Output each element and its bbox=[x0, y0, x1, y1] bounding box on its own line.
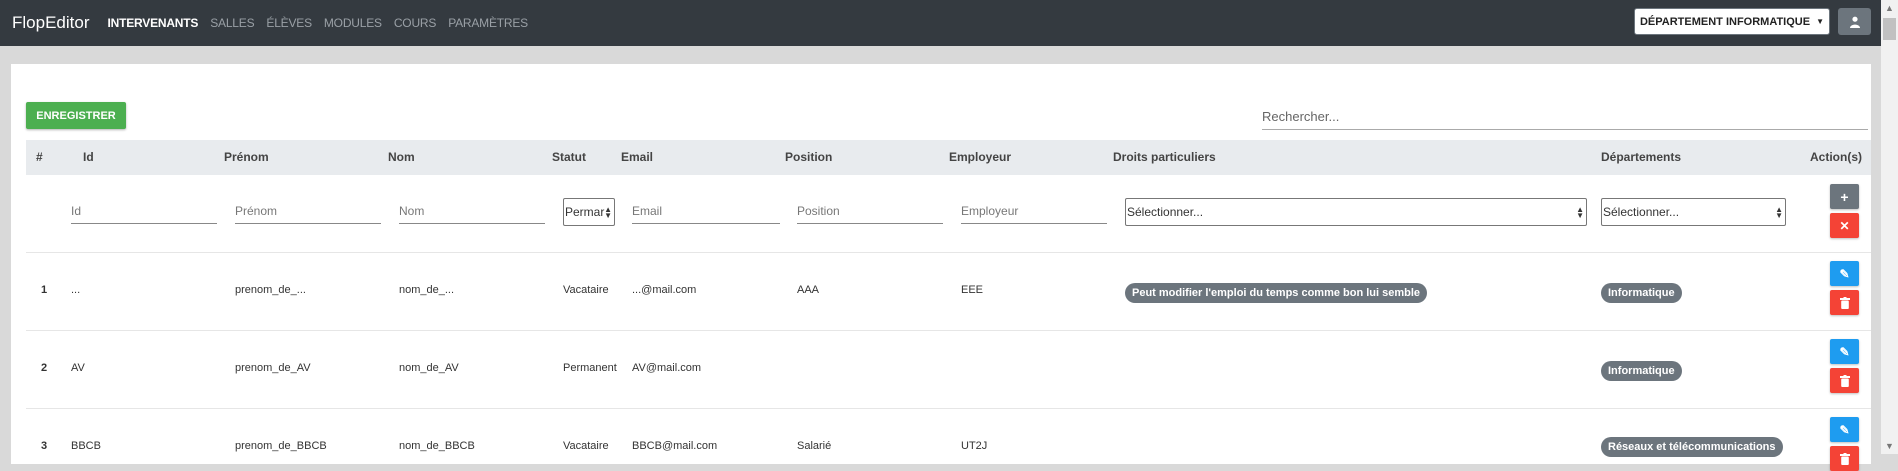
nav-eleves[interactable]: ÉLÈVES bbox=[266, 16, 312, 30]
row-employeur: EEE bbox=[961, 284, 984, 296]
filter-position-input[interactable] bbox=[797, 198, 943, 224]
col-position[interactable]: Position bbox=[785, 140, 832, 175]
plus-icon: + bbox=[1840, 188, 1849, 205]
col-departements[interactable]: Départements bbox=[1601, 140, 1681, 175]
col-num[interactable]: # bbox=[36, 140, 43, 175]
pencil-icon: ✎ bbox=[1839, 266, 1850, 281]
row-divider bbox=[26, 252, 1871, 253]
table-header: # Id Prénom Nom Statut Email Position Em… bbox=[26, 140, 1871, 175]
scroll-down-icon[interactable]: ▼ bbox=[1885, 441, 1894, 451]
row-number: 3 bbox=[41, 440, 48, 452]
save-button[interactable]: ENREGISTRER bbox=[26, 102, 126, 129]
row-employeur: UT2J bbox=[961, 440, 988, 452]
departement-badge: Informatique bbox=[1601, 283, 1682, 303]
row-nom: nom_de_BBCB bbox=[399, 440, 475, 452]
pencil-icon: ✎ bbox=[1839, 344, 1850, 359]
main-card: ENREGISTRER # Id Prénom Nom Statut Email… bbox=[11, 64, 1871, 471]
filter-droits-select[interactable]: Sélectionner... ▲ ▼ bbox=[1125, 198, 1587, 226]
departement-badge: Réseaux et télécommunications bbox=[1601, 437, 1783, 457]
trash-icon bbox=[1839, 452, 1850, 465]
clear-filter-button[interactable]: ✕ bbox=[1830, 213, 1859, 238]
select-arrows-icon: ▲ ▼ bbox=[1576, 205, 1584, 220]
trash-icon bbox=[1839, 374, 1850, 387]
nav-parametres[interactable]: PARAMÈTRES bbox=[448, 16, 528, 30]
delete-button[interactable] bbox=[1830, 368, 1859, 393]
col-droits[interactable]: Droits particuliers bbox=[1113, 140, 1216, 175]
row-number: 2 bbox=[41, 362, 48, 374]
select-arrows-icon: ▲ ▼ bbox=[1775, 205, 1783, 220]
row-id: BBCB bbox=[71, 440, 101, 452]
row-id: AV bbox=[71, 362, 85, 374]
filter-departements-value: Sélectionner... bbox=[1603, 205, 1680, 219]
nav-modules[interactable]: MODULES bbox=[324, 16, 382, 30]
row-prenom: prenom_de_AV bbox=[235, 362, 311, 374]
page-scrollbar[interactable]: ▲ ▼ bbox=[1881, 0, 1898, 454]
row-statut: Vacataire bbox=[563, 284, 609, 296]
search-input[interactable] bbox=[1262, 104, 1868, 130]
row-divider bbox=[26, 330, 1871, 331]
row-email: ...@mail.com bbox=[632, 284, 697, 296]
scroll-up-icon[interactable]: ▲ bbox=[1885, 3, 1894, 13]
col-actions[interactable]: Action(s) bbox=[1810, 140, 1862, 175]
filter-statut-value: Permar bbox=[565, 205, 605, 219]
row-statut: Permanent bbox=[563, 362, 617, 374]
row-nom: nom_de_... bbox=[399, 284, 455, 296]
edit-button[interactable]: ✎ bbox=[1830, 417, 1859, 442]
filter-departements-select[interactable]: Sélectionner... ▲ ▼ bbox=[1601, 198, 1786, 226]
filter-statut-select[interactable]: Permar ▲ ▼ bbox=[563, 198, 615, 226]
edit-button[interactable]: ✎ bbox=[1830, 339, 1859, 364]
brand-logo[interactable]: FlopEditor bbox=[12, 13, 89, 33]
row-email: AV@mail.com bbox=[632, 362, 702, 374]
row-number: 1 bbox=[41, 284, 48, 296]
add-row-button[interactable]: + bbox=[1830, 184, 1859, 209]
col-id[interactable]: Id bbox=[83, 140, 94, 175]
col-statut[interactable]: Statut bbox=[552, 140, 586, 175]
droits-badge: Peut modifier l'emploi du temps comme bo… bbox=[1125, 283, 1428, 303]
row-position: Salarié bbox=[797, 440, 832, 452]
row-statut: Vacataire bbox=[563, 440, 609, 452]
select-arrows-icon: ▲ ▼ bbox=[604, 205, 612, 220]
col-email[interactable]: Email bbox=[621, 140, 653, 175]
caret-down-icon: ▼ bbox=[1816, 17, 1824, 26]
row-nom: nom_de_AV bbox=[399, 362, 459, 374]
top-navbar: FlopEditor INTERVENANTS SALLES ÉLÈVES MO… bbox=[0, 0, 1881, 46]
col-employeur[interactable]: Employeur bbox=[949, 140, 1011, 175]
filter-prenom-input[interactable] bbox=[235, 198, 381, 224]
row-id: ... bbox=[71, 284, 81, 296]
nav-intervenants[interactable]: INTERVENANTS bbox=[107, 16, 198, 30]
user-icon bbox=[1849, 16, 1860, 28]
trash-icon bbox=[1839, 296, 1850, 309]
nav-salles[interactable]: SALLES bbox=[210, 16, 254, 30]
row-position: AAA bbox=[797, 284, 820, 296]
edit-button[interactable]: ✎ bbox=[1830, 261, 1859, 286]
pencil-icon: ✎ bbox=[1839, 422, 1850, 437]
filter-droits-value: Sélectionner... bbox=[1127, 205, 1204, 219]
delete-button[interactable] bbox=[1830, 290, 1859, 315]
delete-button[interactable] bbox=[1830, 446, 1859, 471]
departement-badge: Informatique bbox=[1601, 361, 1682, 381]
filter-id-input[interactable] bbox=[71, 198, 217, 224]
col-nom[interactable]: Nom bbox=[388, 140, 415, 175]
department-label: DÉPARTEMENT INFORMATIQUE bbox=[1639, 15, 1811, 28]
col-prenom[interactable]: Prénom bbox=[224, 140, 269, 175]
row-prenom: prenom_de_BBCB bbox=[235, 440, 327, 452]
department-dropdown[interactable]: DÉPARTEMENT INFORMATIQUE ▼ bbox=[1634, 8, 1830, 35]
row-divider bbox=[26, 408, 1871, 409]
row-prenom: prenom_de_... bbox=[235, 284, 306, 296]
close-icon: ✕ bbox=[1839, 218, 1850, 233]
filter-email-input[interactable] bbox=[632, 198, 780, 224]
user-button[interactable] bbox=[1838, 8, 1871, 35]
nav-cours[interactable]: COURS bbox=[394, 16, 437, 30]
filter-employeur-input[interactable] bbox=[961, 198, 1107, 224]
row-email: BBCB@mail.com bbox=[632, 440, 718, 452]
filter-nom-input[interactable] bbox=[399, 198, 545, 224]
scroll-thumb[interactable] bbox=[1883, 18, 1896, 40]
